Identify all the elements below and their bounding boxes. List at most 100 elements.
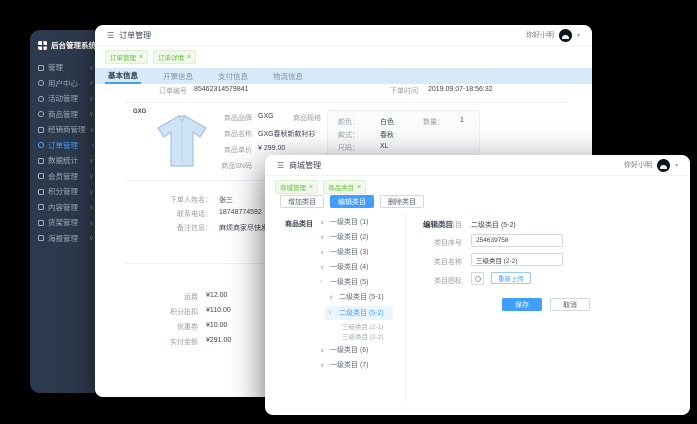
order-time-label: 下单时间 — [390, 86, 418, 96]
tree-item-l1-7[interactable]: ∨一级类目 (7) — [320, 360, 369, 370]
sidebar-item-shelf[interactable]: 货架管理 ∨ — [30, 215, 102, 231]
parent-category-value: 二级类目 (5-2) — [471, 220, 516, 230]
stats-icon — [38, 158, 44, 164]
app-title: 后台管理系统 — [51, 40, 96, 51]
save-button[interactable]: 保存 — [502, 298, 542, 311]
sidebar-item-points[interactable]: 积分管理 ∨ — [30, 184, 102, 200]
tree-item-l1-1[interactable]: ∨一级类目 (1) — [320, 217, 369, 227]
sidebar-item-label: 会员管理 — [48, 171, 78, 182]
sidebar-item-stats[interactable]: 数据统计∨ — [30, 153, 102, 169]
tree-item-label: 一级类目 (1) — [330, 217, 369, 227]
add-category-button[interactable]: 增加类目 — [280, 195, 324, 208]
category-name-input[interactable] — [471, 253, 563, 266]
user-icon — [38, 80, 44, 86]
gear-icon — [38, 96, 44, 102]
tree-item-label: 一级类目 (6) — [330, 345, 369, 355]
tree-item-l1-6[interactable]: ∨ 一级类目 (6) — [320, 345, 369, 355]
category-icon-label: 类目图标 — [428, 276, 462, 286]
tree-item-l1-4[interactable]: ∨ 一级类目 (4) — [320, 262, 369, 272]
sidebar-item-label: 积分管理 — [48, 186, 78, 197]
logo-grid-icon — [38, 41, 47, 50]
chevron-down-icon: ∨ — [329, 294, 335, 301]
buyer-phone-value: 18748774592 — [219, 209, 262, 216]
tree-item-label: 一级类目 (5) — [330, 277, 369, 287]
chevron-down-icon: ∨ — [89, 234, 94, 242]
tree-item-l3-2-2[interactable]: 三级类目 (2-2) — [342, 331, 384, 341]
tree-item-l2-5-1[interactable]: ∨二级类目 (5-1) — [329, 292, 384, 302]
content-icon — [38, 204, 44, 210]
coupon-value: ¥10.00 — [206, 322, 227, 329]
sidebar-item-manage[interactable]: 管理∨ — [30, 60, 102, 76]
sidebar-item-label: 订单管理 — [48, 140, 78, 151]
chevron-down-icon: ∨ — [89, 219, 94, 227]
tree-item-label: 三级类目 (2-2) — [342, 331, 384, 341]
spec-color-label: 颜色： — [338, 117, 359, 127]
order-time-value: 2019.09.07-18:56:32 — [428, 86, 493, 93]
tree-item-label: 一级类目 (7) — [330, 360, 369, 370]
sn-label: 商品SN码 — [200, 161, 252, 171]
chevron-down-icon: ∨ — [89, 110, 94, 118]
sidebar-item-members[interactable]: 会员管理 ∨ — [30, 169, 102, 185]
chevron-right-icon: › — [329, 310, 335, 316]
screen: 后台管理系统 管理∨ 用户中心∨ 活动管理∨ 商品管理∨ 经销商管理∨ 订单管理… — [0, 0, 697, 424]
sidebar-item-label: 内容管理 — [48, 202, 78, 213]
buyer-name-value: 张三 — [219, 195, 233, 205]
tree-item-label: 一级类目 (2) — [330, 232, 369, 242]
chevron-down-icon: ∨ — [89, 188, 94, 196]
spec-style-value: 春秋 — [380, 130, 394, 140]
spec-qty-label: 数量： — [423, 117, 444, 127]
unit-price-label: 商品单价 — [200, 145, 252, 155]
sidebar-item-orders[interactable]: 订单管理› — [30, 138, 102, 154]
category-window-body: 增加类目 编辑类目 删除类目 商品类目 ∨一级类目 (1) ∨一级类目 (2) … — [265, 155, 690, 415]
category-icon-thumbnail — [471, 272, 484, 285]
category-sn-input[interactable] — [471, 234, 563, 247]
tree-item-l1-2[interactable]: ∨ 一级类目 (2) — [320, 232, 369, 242]
app-logo: 后台管理系统 — [30, 30, 102, 60]
tree-item-l2-5-2-selected[interactable]: › 二级类目 (5-2) — [325, 306, 393, 320]
sidebar-item-label: 货架管理 — [48, 217, 78, 228]
tree-item-label: 一级类目 (4) — [330, 262, 369, 272]
sidebar-item-dealer[interactable]: 经销商管理∨ — [30, 122, 102, 138]
spec-color-value: 白色 — [380, 117, 394, 127]
tree-item-l1-5[interactable]: › 一级类目 (5) — [320, 277, 369, 287]
tree-item-label: 三级类目 (2-1) — [342, 321, 384, 331]
reupload-button[interactable]: 重新上传 — [491, 272, 531, 284]
member-icon — [38, 173, 44, 179]
edit-category-button[interactable]: 编辑类目 — [330, 195, 374, 208]
chevron-down-icon: ∨ — [89, 64, 94, 72]
tree-item-l3-2-1[interactable]: 三级类目 (2-1) — [342, 321, 384, 331]
points-deduction-label: 积分抵扣 — [148, 307, 198, 317]
tree-item-l1-3[interactable]: ∨ 一级类目 (3) — [320, 247, 369, 257]
tree-item-label: 二级类目 (5-2) — [339, 308, 384, 318]
sidebar-item-activity[interactable]: 活动管理∨ — [30, 91, 102, 107]
chevron-down-icon: ∨ — [320, 264, 326, 271]
tree-item-label: 一级类目 (3) — [330, 247, 369, 257]
paid-amount-label: 实付金额 — [148, 337, 198, 347]
spec-size-value: XL — [380, 143, 389, 150]
sidebar-item-poster[interactable]: 海报管理∨ — [30, 231, 102, 247]
chevron-down-icon: ∨ — [89, 157, 94, 165]
cancel-button[interactable]: 取消 — [550, 298, 590, 311]
brand-value: GXG — [258, 113, 274, 120]
coupon-label: 优惠券 — [148, 322, 198, 332]
brand-label: 商品品牌 — [200, 113, 252, 123]
points-deduction-value: ¥110.00 — [206, 307, 231, 314]
shipping-fee-value: ¥12.00 — [206, 292, 227, 299]
category-edit-window: ☰ 商城管理 你好小明 ▾ 商城管理× 商品类目× 增加类目 编辑类目 删除类目… — [265, 155, 690, 415]
product-name-value: GXG春秋新款衬衫 — [258, 129, 316, 139]
chevron-down-icon: ∨ — [89, 172, 94, 180]
star-icon — [38, 65, 44, 71]
chevron-down-icon: ∨ — [320, 234, 326, 241]
chevron-down-icon: ∨ — [320, 249, 326, 256]
divider — [125, 102, 567, 103]
chevron-down-icon: ∨ — [320, 347, 326, 354]
sidebar-item-goods[interactable]: 商品管理∨ — [30, 107, 102, 123]
goods-icon — [38, 111, 44, 117]
delete-category-button[interactable]: 删除类目 — [380, 195, 424, 208]
parent-category-label: 父级类目 — [428, 220, 462, 230]
sidebar-item-user-center[interactable]: 用户中心∨ — [30, 76, 102, 92]
sidebar-item-content[interactable]: 内容管理∨ — [30, 200, 102, 216]
chevron-right-icon: › — [320, 279, 326, 285]
buyer-phone-label: 联系电话： — [142, 209, 212, 219]
dealer-icon — [38, 127, 44, 133]
